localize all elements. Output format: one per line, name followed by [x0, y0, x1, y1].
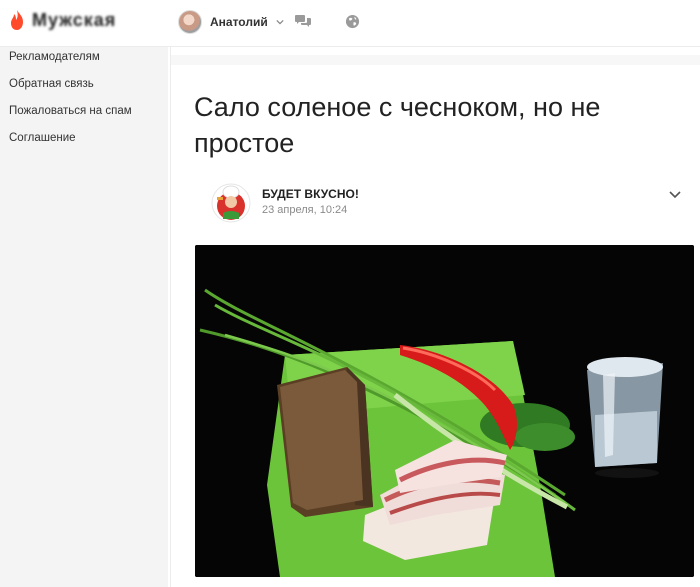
sidebar-item-advertisers[interactable]: Рекламодателям [0, 49, 168, 76]
sidebar-item-agreement[interactable]: Соглашение [0, 130, 168, 157]
community-button[interactable] [345, 14, 360, 34]
post-date: 23 апреля, 10:24 [262, 204, 348, 216]
sidebar: Рекламодателям Обратная связь Пожаловать… [0, 47, 168, 587]
chat-bubbles-icon [295, 15, 311, 27]
chevron-down-icon[interactable] [669, 191, 681, 199]
author-name[interactable]: БУДЕТ ВКУСНО! [262, 187, 359, 201]
post-title[interactable]: Сало соленое с чесноком, но не простое [194, 89, 664, 161]
post-author-row: БУДЕТ ВКУСНО! 23 апреля, 10:24 [211, 181, 681, 225]
top-header: Мужская Анатолий [0, 0, 700, 47]
globe-icon [345, 14, 360, 29]
chevron-down-icon [276, 19, 284, 25]
user-name: Анатолий [210, 15, 268, 29]
logo-text: Мужская [32, 9, 117, 30]
flame-icon [11, 10, 23, 30]
post-image[interactable] [195, 245, 694, 577]
food-photo [195, 245, 694, 577]
site-logo[interactable]: Мужская [8, 9, 116, 31]
community-avatar[interactable] [211, 183, 251, 223]
user-menu[interactable]: Анатолий [178, 10, 284, 34]
avatar [178, 10, 202, 34]
divider [171, 55, 700, 65]
sidebar-item-feedback[interactable]: Обратная связь [0, 76, 168, 103]
messages-button[interactable] [294, 14, 312, 35]
main-content: Сало соленое с чесноком, но не простое Б… [170, 47, 700, 587]
sidebar-item-report-spam[interactable]: Пожаловаться на спам [0, 103, 168, 130]
